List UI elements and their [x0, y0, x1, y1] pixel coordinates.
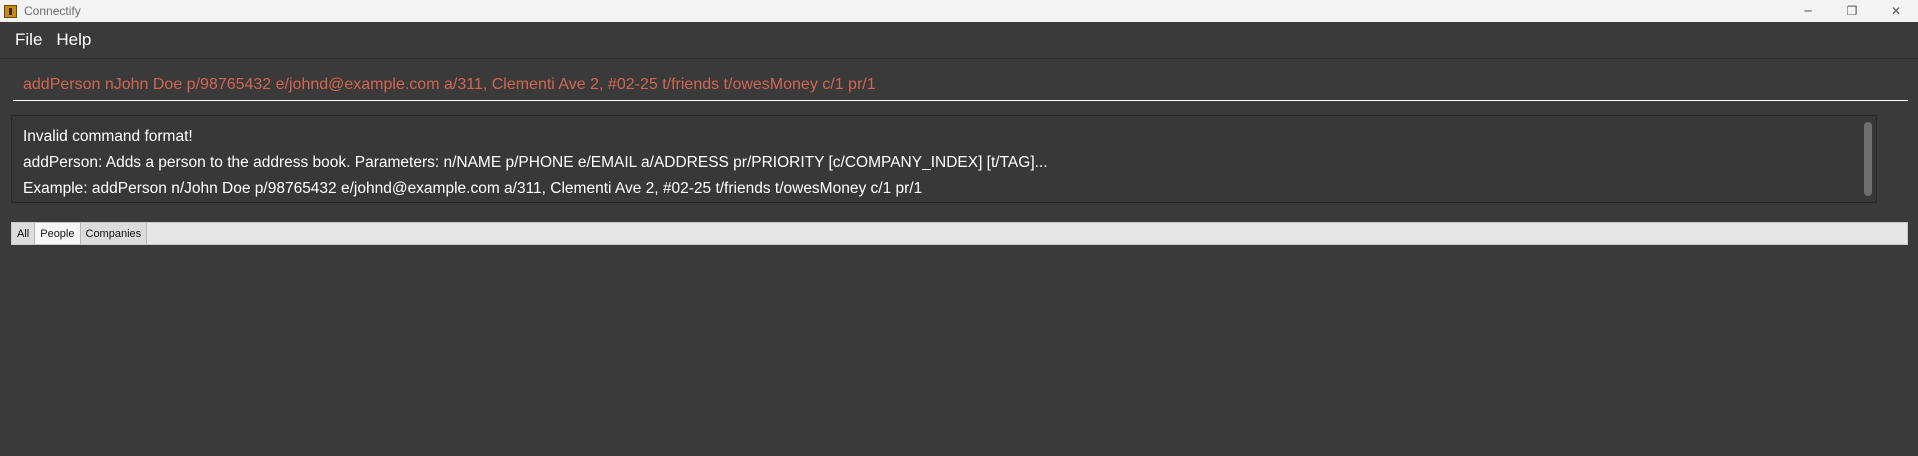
command-input[interactable] — [13, 69, 1908, 101]
result-display: Invalid command format! addPerson: Adds … — [11, 115, 1877, 203]
result-usage-line: addPerson: Adds a person to the address … — [23, 154, 1048, 171]
result-example-line: Example: addPerson n/John Doe p/98765432… — [23, 180, 923, 197]
command-box — [0, 59, 1918, 109]
title-bar: Connectify ─ ❐ ✕ — [0, 0, 1918, 22]
app-logo-icon — [4, 4, 17, 18]
app-window: Connectify ─ ❐ ✕ File Help Invalid comma… — [0, 0, 1918, 456]
minimize-button[interactable]: ─ — [1786, 0, 1830, 22]
list-panel — [0, 246, 1918, 456]
tab-all[interactable]: All — [12, 223, 36, 244]
maximize-button[interactable]: ❐ — [1830, 0, 1874, 22]
close-button[interactable]: ✕ — [1874, 0, 1918, 22]
window-title: Connectify — [24, 4, 81, 18]
result-scrollbar-thumb[interactable] — [1864, 122, 1872, 196]
list-tab-bar: All People Companies — [11, 222, 1908, 245]
tab-companies[interactable]: Companies — [80, 223, 148, 244]
result-scrollbar[interactable] — [1860, 116, 1876, 202]
window-controls: ─ ❐ ✕ — [1786, 0, 1918, 22]
result-error-line: Invalid command format! — [23, 128, 193, 145]
tab-people[interactable]: People — [35, 223, 81, 244]
menu-bar: File Help — [0, 22, 1918, 59]
menu-file[interactable]: File — [8, 30, 49, 50]
menu-help[interactable]: Help — [49, 30, 98, 50]
